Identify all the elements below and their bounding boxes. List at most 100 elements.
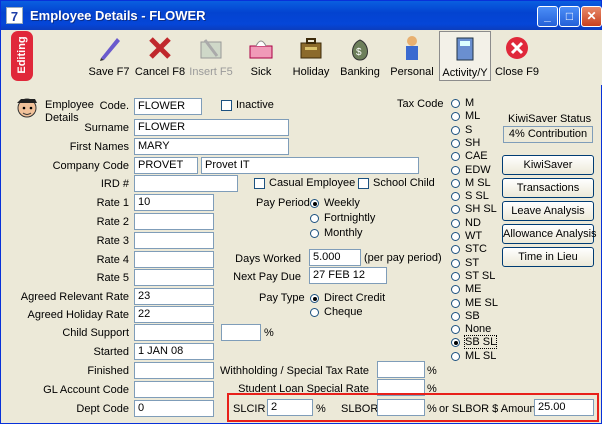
company-code-field[interactable]: PROVET — [134, 157, 198, 174]
close-f9-label: Close F9 — [494, 66, 540, 78]
slcir-field[interactable]: 2 — [267, 399, 313, 416]
tax-code-radio-sb[interactable] — [451, 311, 460, 321]
withholding-pct: % — [427, 365, 437, 377]
casual-employee-checkbox[interactable] — [254, 178, 265, 189]
allowance-analysis-button[interactable]: Allowance Analysis — [502, 224, 597, 244]
company-name-field[interactable]: Provet IT — [201, 157, 419, 174]
pay-type-cheque-radio[interactable] — [310, 308, 319, 317]
rate4-field[interactable] — [134, 251, 214, 268]
minimize-button[interactable]: _ — [537, 6, 558, 27]
inactive-checkbox[interactable] — [221, 100, 232, 111]
tax-code-radio-wt[interactable] — [451, 232, 460, 241]
cancel-x-icon — [149, 37, 171, 59]
tax-code-radio-sh[interactable] — [451, 138, 460, 148]
tax-code-label: Tax Code — [397, 98, 444, 110]
slbor-amount-field[interactable]: 25.00 — [534, 399, 594, 416]
tax-code-radio-cae[interactable] — [451, 152, 460, 162]
transactions-button[interactable]: Transactions — [502, 178, 594, 198]
insert-button[interactable]: Insert F5 — [187, 31, 235, 81]
code-field[interactable]: FLOWER — [134, 98, 202, 115]
close-f9-button[interactable]: Close F9 — [493, 31, 541, 81]
tax-code-label-me: ME — [465, 283, 482, 296]
tax-code-radio-st-sl[interactable] — [451, 271, 460, 281]
tax-code-radio-me-sl[interactable] — [451, 298, 460, 308]
dept-code-field[interactable]: 0 — [134, 400, 214, 417]
kiwisaver-status-label: KiwiSaver Status — [508, 113, 592, 125]
pay-period-fortnightly-label: Fortnightly — [324, 212, 376, 224]
tax-code-radio-sh-sl[interactable] — [451, 205, 460, 215]
child-support-pct-field[interactable] — [221, 324, 261, 341]
gl-account-field[interactable] — [134, 381, 214, 398]
first-names-field[interactable]: MARY — [134, 138, 289, 155]
tax-code-radio-m[interactable] — [451, 99, 460, 108]
close-circle-icon — [506, 37, 528, 59]
rate2-field[interactable] — [134, 213, 214, 230]
started-field[interactable]: 1 JAN 08 — [134, 343, 214, 360]
personal-button[interactable]: Personal — [388, 31, 436, 81]
first-names-label: First Names — [69, 141, 129, 153]
ird-field[interactable] — [134, 175, 238, 192]
slbor-amount-label: or SLBOR $ Amount — [439, 403, 539, 415]
kiwisaver-button[interactable]: KiwiSaver — [502, 155, 594, 175]
pay-type-direct-credit-radio[interactable] — [310, 294, 319, 303]
surname-field[interactable]: FLOWER — [134, 119, 289, 136]
tax-code-label-ml: ML — [465, 110, 481, 123]
employee-icon — [17, 98, 37, 118]
agreed-holiday-field[interactable]: 22 — [134, 306, 214, 323]
tax-code-radio-m-sl[interactable] — [451, 178, 460, 188]
agreed-relevant-field[interactable]: 23 — [134, 288, 214, 305]
svg-text:$: $ — [356, 47, 362, 58]
rate1-field[interactable]: 10 — [134, 194, 214, 211]
banking-button[interactable]: $ Banking — [336, 31, 384, 81]
cancel-button[interactable]: Cancel F8 — [134, 31, 186, 81]
pay-type-direct-credit-label: Direct Credit — [324, 292, 386, 304]
child-support-field[interactable] — [134, 324, 214, 341]
tax-code-radio-ml[interactable] — [451, 112, 460, 122]
tax-code-label-stc: STC — [465, 243, 487, 256]
insert-label: Insert F5 — [189, 66, 233, 78]
tax-code-label-s: S — [465, 123, 473, 136]
tax-code-radio-stc[interactable] — [451, 245, 460, 255]
leave-analysis-button[interactable]: Leave Analysis — [502, 201, 594, 221]
finished-field[interactable] — [134, 362, 214, 379]
company-code-label: Company Code — [52, 160, 129, 172]
child-support-pct-label: % — [264, 327, 274, 339]
tax-code-radio-none[interactable] — [451, 325, 460, 335]
tax-code-label-sh: SH — [465, 136, 481, 149]
holiday-button[interactable]: Holiday — [287, 31, 335, 81]
days-worked-field[interactable]: 5.000 — [309, 249, 361, 266]
finished-label: Finished — [87, 365, 129, 377]
slbor-field[interactable] — [377, 399, 425, 416]
tax-code-radio-st[interactable] — [451, 258, 460, 268]
next-pay-due-field[interactable]: 27 FEB 12 — [309, 267, 387, 284]
school-child-label: School Child — [373, 177, 435, 189]
sick-button[interactable]: Sick — [237, 31, 285, 81]
pay-period-weekly-radio[interactable] — [310, 199, 319, 208]
tax-code-label-wt: WT — [465, 230, 483, 242]
pay-period-monthly-radio[interactable] — [310, 229, 319, 238]
time-in-lieu-button[interactable]: Time in Lieu — [502, 247, 594, 267]
window-close-button[interactable]: ✕ — [581, 6, 602, 27]
tax-code-radio-nd[interactable] — [451, 218, 460, 228]
tax-code-radio-sb-sl[interactable] — [451, 338, 460, 348]
save-button[interactable]: Save F7 — [85, 31, 133, 81]
tax-code-radio-s-sl[interactable] — [451, 192, 460, 202]
tax-code-label-m-sl: M SL — [465, 176, 491, 189]
rate5-field[interactable] — [134, 269, 214, 286]
tax-code-radio-edw[interactable] — [451, 165, 460, 175]
rate3-field[interactable] — [134, 232, 214, 249]
pay-period-fortnightly-radio[interactable] — [310, 214, 319, 223]
tax-code-label-ml-sl: ML SL — [465, 349, 497, 362]
rate1-label: Rate 1 — [96, 197, 129, 209]
rate3-label: Rate 3 — [96, 235, 129, 247]
tax-code-radio-me[interactable] — [451, 285, 460, 295]
personal-label: Personal — [390, 66, 434, 78]
slcir-pct: % — [316, 403, 326, 415]
sick-label: Sick — [250, 66, 272, 78]
activity-button[interactable]: Activity/Y — [439, 31, 491, 81]
school-child-checkbox[interactable] — [358, 178, 369, 189]
tax-code-radio-ml-sl[interactable] — [451, 351, 460, 361]
maximize-button[interactable]: □ — [559, 6, 580, 27]
withholding-field[interactable] — [377, 361, 425, 378]
tax-code-radio-s[interactable] — [451, 125, 460, 135]
